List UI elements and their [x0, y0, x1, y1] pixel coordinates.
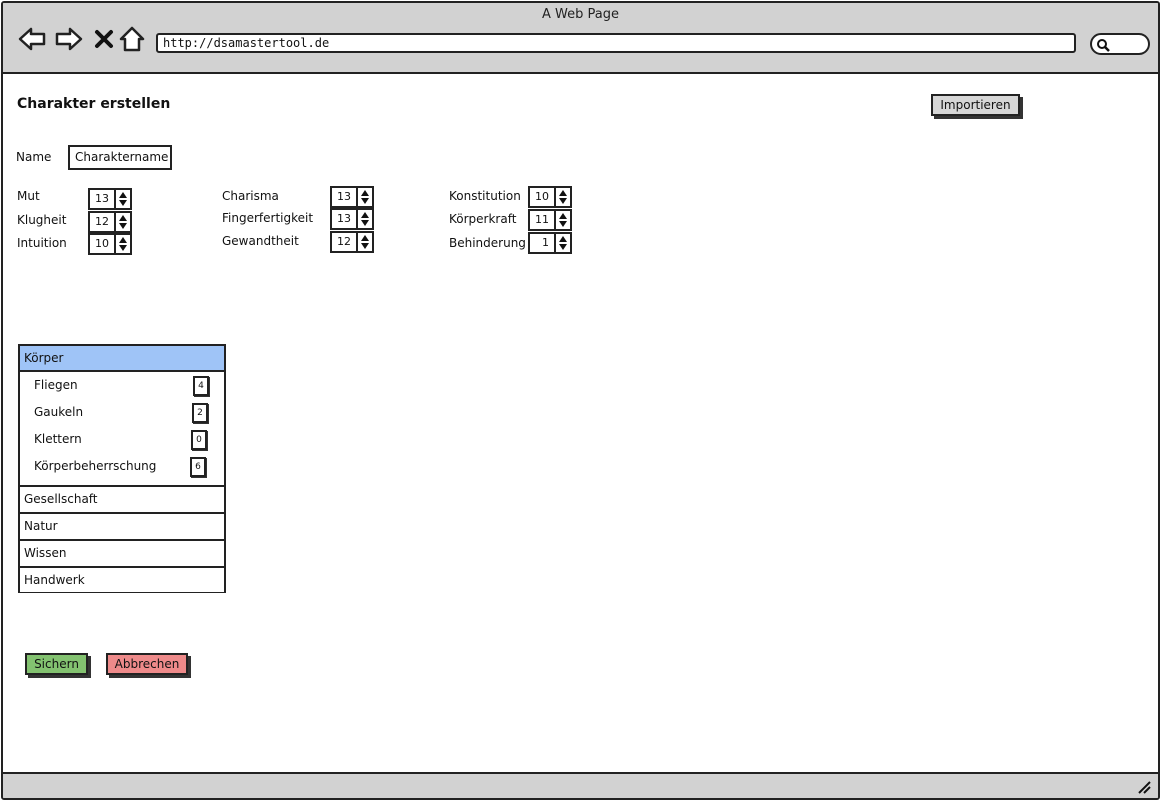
cancel-button[interactable]: Abbrechen [106, 653, 188, 675]
konstitution-value[interactable]: 10 [528, 186, 556, 208]
save-button[interactable]: Sichern [25, 653, 88, 675]
resize-grip-icon[interactable] [1136, 779, 1152, 795]
intuition-label: Intuition [17, 236, 67, 250]
import-button[interactable]: Importieren [931, 94, 1020, 116]
forward-icon[interactable] [54, 25, 84, 53]
skill-label: Körperbeherrschung [34, 459, 157, 473]
character-name-input[interactable]: Charaktername [68, 145, 172, 170]
page-title: Charakter erstellen [17, 96, 171, 112]
fingerfertigkeit-value[interactable]: 13 [330, 208, 358, 230]
behinderung-value[interactable]: 1 [528, 232, 556, 254]
skill-label: Klettern [34, 432, 82, 446]
name-label: Name [16, 150, 52, 164]
mut-value[interactable]: 13 [88, 188, 116, 210]
gewandtheit-label: Gewandtheit [222, 234, 299, 248]
status-bar [3, 772, 1158, 798]
intuition-value[interactable]: 10 [88, 233, 116, 255]
stepper-arrows-icon[interactable] [116, 188, 132, 210]
stepper-arrows-icon[interactable] [358, 231, 374, 253]
accordion-header-koerper[interactable]: Körper [20, 346, 224, 372]
skill-value-fliegen[interactable]: 4 [193, 376, 209, 396]
mut-label: Mut [17, 189, 40, 203]
stepper-arrows-icon[interactable] [358, 186, 374, 208]
koerperkraft-value[interactable]: 11 [528, 209, 556, 231]
skill-label: Fliegen [34, 378, 78, 392]
stepper-arrows-icon[interactable] [556, 209, 572, 231]
skills-accordion: Körper Fliegen 4 Gaukeln 2 Klettern 0 Kö… [18, 344, 226, 593]
behinderung-stepper[interactable]: 1 [528, 232, 572, 254]
browser-window: A Web Page http://dsamastertool.de Chara… [1, 1, 1160, 800]
klugheit-value[interactable]: 12 [88, 211, 116, 233]
home-icon[interactable] [117, 25, 147, 53]
browser-chrome: A Web Page http://dsamastertool.de [3, 3, 1158, 74]
search-icon [1097, 39, 1110, 52]
accordion-header-wissen[interactable]: Wissen [20, 539, 224, 565]
fingerfertigkeit-stepper[interactable]: 13 [330, 208, 374, 230]
klugheit-stepper[interactable]: 12 [88, 211, 132, 233]
fingerfertigkeit-label: Fingerfertigkeit [222, 211, 314, 225]
gewandtheit-stepper[interactable]: 12 [330, 231, 374, 253]
stepper-arrows-icon[interactable] [556, 232, 572, 254]
accordion-header-handwerk[interactable]: Handwerk [20, 566, 224, 592]
skill-value-gaukeln[interactable]: 2 [192, 403, 208, 423]
accordion-header-gesellschaft[interactable]: Gesellschaft [20, 485, 224, 511]
search-box[interactable] [1090, 33, 1150, 55]
klugheit-label: Klugheit [17, 213, 67, 227]
intuition-stepper[interactable]: 10 [88, 233, 132, 255]
skill-label: Gaukeln [34, 405, 84, 419]
window-title: A Web Page [542, 7, 619, 22]
konstitution-stepper[interactable]: 10 [528, 186, 572, 208]
stepper-arrows-icon[interactable] [358, 208, 374, 230]
stepper-arrows-icon[interactable] [116, 233, 132, 255]
stepper-arrows-icon[interactable] [116, 211, 132, 233]
skill-value-koerperbeherrschung[interactable]: 6 [190, 457, 206, 477]
koerperkraft-label: Körperkraft [449, 212, 517, 226]
mut-stepper[interactable]: 13 [88, 188, 132, 210]
accordion-header-natur[interactable]: Natur [20, 512, 224, 538]
stepper-arrows-icon[interactable] [556, 186, 572, 208]
gewandtheit-value[interactable]: 12 [330, 231, 358, 253]
skill-value-klettern[interactable]: 0 [191, 430, 207, 450]
back-icon[interactable] [17, 25, 47, 53]
behinderung-label: Behinderung [449, 236, 526, 250]
charisma-value[interactable]: 13 [330, 186, 358, 208]
charisma-label: Charisma [222, 189, 279, 203]
konstitution-label: Konstitution [449, 189, 521, 203]
koerperkraft-stepper[interactable]: 11 [528, 209, 572, 231]
charisma-stepper[interactable]: 13 [330, 186, 374, 208]
address-bar[interactable]: http://dsamastertool.de [156, 33, 1076, 53]
stop-icon[interactable] [89, 25, 119, 53]
